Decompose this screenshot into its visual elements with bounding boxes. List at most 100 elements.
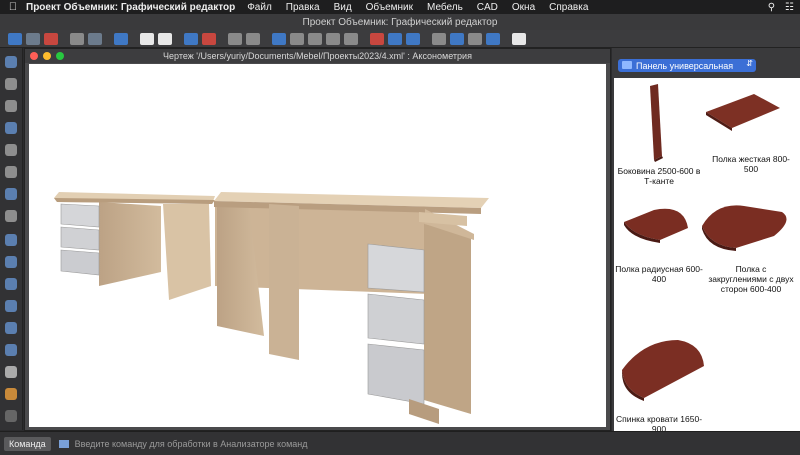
menu-obemnik[interactable]: Объемник bbox=[366, 2, 413, 13]
menu-file[interactable]: Файл bbox=[247, 2, 272, 13]
window-title: Проект Объемник: Графический редактор bbox=[302, 16, 498, 28]
right-drawer-2 bbox=[367, 293, 425, 345]
command-bar: Команда Введите команду для обработки в … bbox=[0, 431, 800, 455]
save-icon[interactable] bbox=[44, 32, 58, 45]
document-icon[interactable] bbox=[158, 32, 172, 45]
settings-icon[interactable] bbox=[468, 32, 482, 45]
rotate-icon[interactable] bbox=[246, 32, 260, 45]
panel-parts-thumbnails bbox=[622, 84, 787, 401]
box-tool-icon[interactable] bbox=[5, 256, 17, 268]
close-window-button[interactable] bbox=[30, 52, 38, 60]
command-label: Команда bbox=[4, 436, 51, 451]
circle-tool-icon[interactable] bbox=[5, 122, 17, 134]
panel-selector-dropdown[interactable]: Панель универсальная ⇵ bbox=[618, 59, 756, 72]
panel-header: Панель универсальная ⇵ bbox=[612, 48, 800, 78]
cylinder-tool-icon[interactable] bbox=[5, 300, 17, 312]
zoom-out-icon[interactable] bbox=[308, 32, 322, 45]
menu-cad[interactable]: CAD bbox=[477, 2, 498, 13]
grid-icon[interactable] bbox=[88, 32, 102, 45]
cone-tool-icon[interactable] bbox=[5, 322, 17, 334]
apple-icon[interactable]:  bbox=[0, 1, 26, 13]
open-file-icon[interactable] bbox=[26, 32, 40, 45]
part-label-bokovina[interactable]: Боковина 2500-600 в Т-канте bbox=[614, 166, 704, 186]
chevron-updown-icon: ⇵ bbox=[746, 59, 753, 68]
light-tool-icon[interactable] bbox=[5, 388, 17, 400]
panel-parts-list: Боковина 2500-600 в Т-канте Полка жестка… bbox=[614, 78, 800, 434]
arc-tool-icon[interactable] bbox=[5, 100, 17, 112]
page-icon[interactable] bbox=[140, 32, 154, 45]
left-toolbox bbox=[0, 48, 23, 430]
part-label-polka-zakruglenie[interactable]: Полка с закруглениями с двух сторон 600-… bbox=[706, 264, 796, 294]
command-input[interactable]: Введите команду для обработки в Анализат… bbox=[75, 439, 308, 449]
menu-windows[interactable]: Окна bbox=[512, 2, 535, 13]
right-drawer-3 bbox=[367, 343, 425, 405]
main-leg bbox=[269, 204, 299, 360]
zoom-all-icon[interactable] bbox=[344, 32, 358, 45]
undo-icon[interactable] bbox=[184, 32, 198, 45]
line-tool-icon[interactable] bbox=[5, 78, 17, 90]
print-icon[interactable] bbox=[512, 32, 526, 45]
dimension-tool-icon[interactable] bbox=[5, 188, 17, 200]
sphere-tool-icon[interactable] bbox=[5, 344, 17, 356]
main-toolbar bbox=[0, 30, 800, 48]
search-icon[interactable]: ⚲ bbox=[768, 2, 775, 13]
right-pedestal-side bbox=[424, 224, 471, 414]
render-icon[interactable] bbox=[272, 32, 286, 45]
right-drawer-1 bbox=[367, 243, 425, 293]
menubar-right-icons: ⚲ ☷ bbox=[768, 0, 794, 14]
left-drawer-1 bbox=[60, 203, 100, 228]
left-drawer-3 bbox=[60, 249, 100, 276]
extrude-tool-icon[interactable] bbox=[5, 234, 17, 246]
universal-panel: Панель универсальная ⇵ Боковина 2500-600… bbox=[612, 48, 800, 434]
menu-edit[interactable]: Правка bbox=[286, 2, 320, 13]
drawing-title: Чертеж '/Users/yuriy/Documents/Mebel/Про… bbox=[163, 51, 472, 61]
pdf-icon[interactable] bbox=[486, 32, 500, 45]
part-thumb-spinka-krovati[interactable] bbox=[622, 340, 704, 401]
viewport-canvas[interactable] bbox=[29, 64, 606, 427]
part-thumb-polka-zakruglenie[interactable] bbox=[702, 205, 787, 251]
part-thumb-polka-zhestkaya[interactable] bbox=[706, 94, 780, 131]
desk-render bbox=[54, 192, 489, 424]
menu-help[interactable]: Справка bbox=[549, 2, 588, 13]
left-support-panel bbox=[163, 204, 211, 300]
material-icon[interactable] bbox=[432, 32, 446, 45]
layers-icon[interactable] bbox=[70, 32, 84, 45]
window-titlebar: Проект Объемник: Графический редактор bbox=[0, 14, 800, 30]
palette-icon[interactable] bbox=[406, 32, 420, 45]
drawing-window: Чертеж '/Users/yuriy/Documents/Mebel/Про… bbox=[24, 48, 611, 431]
control-center-icon[interactable]: ☷ bbox=[785, 2, 794, 13]
zoom-window-button[interactable] bbox=[56, 52, 64, 60]
window-controls bbox=[30, 52, 64, 60]
app-name-menu[interactable]: Проект Объемник: Графический редактор bbox=[26, 2, 235, 13]
camera-tool-icon[interactable] bbox=[5, 366, 17, 378]
minimize-window-button[interactable] bbox=[43, 52, 51, 60]
new-file-icon[interactable] bbox=[8, 32, 22, 45]
rectangle-tool-icon[interactable] bbox=[5, 210, 17, 222]
panel-tool-icon[interactable] bbox=[5, 278, 17, 290]
pan-icon[interactable] bbox=[228, 32, 242, 45]
redo-icon[interactable] bbox=[202, 32, 216, 45]
select-tool-icon[interactable] bbox=[5, 56, 17, 68]
more-tools-icon[interactable] bbox=[5, 410, 17, 422]
part-label-polka-radiusnaya[interactable]: Полка радиусная 600-400 bbox=[614, 264, 704, 284]
left-drawer-2 bbox=[60, 226, 100, 251]
part-thumb-bokovina[interactable] bbox=[650, 84, 663, 162]
panel-selector-value: Панель универсальная bbox=[636, 60, 734, 71]
menu-mebel[interactable]: Мебель bbox=[427, 2, 463, 13]
command-icon bbox=[58, 439, 69, 448]
menu-view[interactable]: Вид bbox=[334, 2, 352, 13]
folder-icon bbox=[622, 61, 632, 69]
part-label-polka-zhestkaya[interactable]: Полка жесткая 800-500 bbox=[706, 154, 796, 174]
polyline-tool-icon[interactable] bbox=[5, 166, 17, 178]
zoom-in-icon[interactable] bbox=[290, 32, 304, 45]
drawing-titlebar: Чертеж '/Users/yuriy/Documents/Mebel/Про… bbox=[25, 49, 610, 63]
left-pedestal-side bbox=[99, 202, 161, 286]
texture-icon[interactable] bbox=[450, 32, 464, 45]
menu-bar:  Проект Объемник: Графический редактор … bbox=[0, 0, 800, 14]
view-cube-icon[interactable] bbox=[114, 32, 128, 45]
pencil-icon[interactable] bbox=[370, 32, 384, 45]
part-thumb-polka-radiusnaya[interactable] bbox=[624, 208, 688, 243]
zoom-window-icon[interactable] bbox=[326, 32, 340, 45]
table-icon[interactable] bbox=[388, 32, 402, 45]
point-tool-icon[interactable] bbox=[5, 144, 17, 156]
